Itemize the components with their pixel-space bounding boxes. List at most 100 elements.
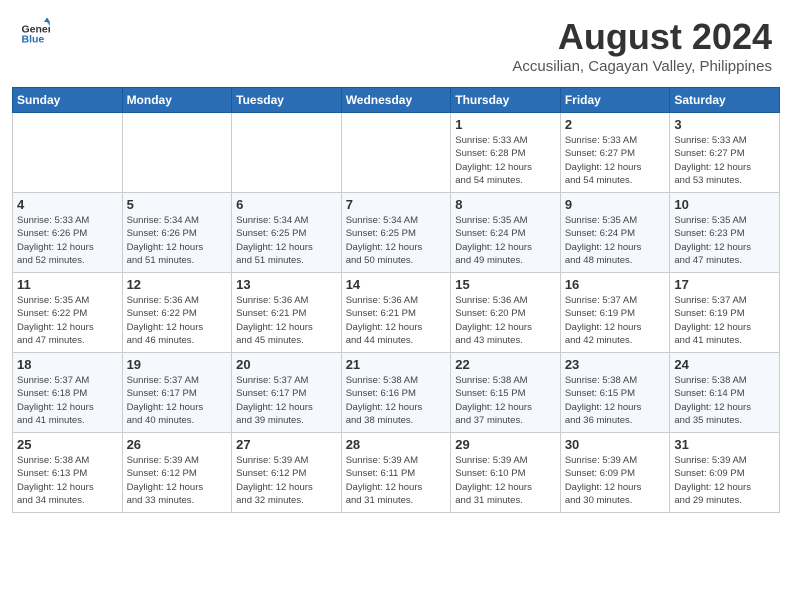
day-number: 6	[236, 197, 337, 212]
day-number: 12	[127, 277, 228, 292]
calendar-cell	[122, 113, 232, 193]
day-info: Sunrise: 5:36 AM Sunset: 6:20 PM Dayligh…	[455, 294, 556, 347]
calendar-cell	[13, 113, 123, 193]
day-number: 1	[455, 117, 556, 132]
calendar-cell: 9 Sunrise: 5:35 AM Sunset: 6:24 PM Daylig…	[560, 193, 670, 273]
day-number: 22	[455, 357, 556, 372]
calendar-cell: 27 Sunrise: 5:39 AM Sunset: 6:12 PM Dayli…	[232, 433, 342, 513]
day-info: Sunrise: 5:36 AM Sunset: 6:21 PM Dayligh…	[236, 294, 337, 347]
day-number: 25	[17, 437, 118, 452]
calendar-cell: 28 Sunrise: 5:39 AM Sunset: 6:11 PM Dayli…	[341, 433, 451, 513]
day-number: 21	[346, 357, 447, 372]
calendar-week-5: 25 Sunrise: 5:38 AM Sunset: 6:13 PM Dayli…	[13, 433, 780, 513]
day-header-sunday: Sunday	[13, 88, 123, 113]
day-number: 13	[236, 277, 337, 292]
day-info: Sunrise: 5:39 AM Sunset: 6:10 PM Dayligh…	[455, 454, 556, 507]
day-number: 7	[346, 197, 447, 212]
subtitle: Accusilian, Cagayan Valley, Philippines	[512, 58, 772, 75]
day-number: 26	[127, 437, 228, 452]
calendar-week-3: 11 Sunrise: 5:35 AM Sunset: 6:22 PM Dayli…	[13, 273, 780, 353]
calendar-cell: 5Sunrise: 5:34 AM Sunset: 6:26 PM Daylig…	[122, 193, 232, 273]
day-info: Sunrise: 5:34 AM Sunset: 6:25 PM Dayligh…	[346, 214, 447, 267]
calendar-table: SundayMondayTuesdayWednesdayThursdayFrid…	[12, 87, 780, 513]
day-number: 5	[127, 197, 228, 212]
day-number: 3	[674, 117, 775, 132]
calendar-cell: 17 Sunrise: 5:37 AM Sunset: 6:19 PM Dayli…	[670, 273, 780, 353]
day-number: 16	[565, 277, 666, 292]
day-info: Sunrise: 5:37 AM Sunset: 6:19 PM Dayligh…	[565, 294, 666, 347]
calendar-cell	[341, 113, 451, 193]
day-info: Sunrise: 5:35 AM Sunset: 6:24 PM Dayligh…	[565, 214, 666, 267]
calendar-cell: 24 Sunrise: 5:38 AM Sunset: 6:14 PM Dayli…	[670, 353, 780, 433]
day-info: Sunrise: 5:39 AM Sunset: 6:12 PM Dayligh…	[236, 454, 337, 507]
calendar-cell: 7 Sunrise: 5:34 AM Sunset: 6:25 PM Daylig…	[341, 193, 451, 273]
day-info: Sunrise: 5:35 AM Sunset: 6:22 PM Dayligh…	[17, 294, 118, 347]
calendar-cell: 30Sunrise: 5:39 AM Sunset: 6:09 PM Dayli…	[560, 433, 670, 513]
day-info: Sunrise: 5:38 AM Sunset: 6:13 PM Dayligh…	[17, 454, 118, 507]
calendar-cell: 1 Sunrise: 5:33 AM Sunset: 6:28 PM Daylig…	[451, 113, 561, 193]
calendar-cell: 18 Sunrise: 5:37 AM Sunset: 6:18 PM Dayli…	[13, 353, 123, 433]
day-number: 11	[17, 277, 118, 292]
day-header-thursday: Thursday	[451, 88, 561, 113]
calendar-cell: 6 Sunrise: 5:34 AM Sunset: 6:25 PM Daylig…	[232, 193, 342, 273]
day-header-monday: Monday	[122, 88, 232, 113]
calendar-cell: 4 Sunrise: 5:33 AM Sunset: 6:26 PM Daylig…	[13, 193, 123, 273]
day-number: 14	[346, 277, 447, 292]
day-info: Sunrise: 5:37 AM Sunset: 6:17 PM Dayligh…	[236, 374, 337, 427]
day-info: Sunrise: 5:39 AM Sunset: 6:12 PM Dayligh…	[127, 454, 228, 507]
day-info: Sunrise: 5:33 AM Sunset: 6:28 PM Dayligh…	[455, 134, 556, 187]
calendar-cell: 12 Sunrise: 5:36 AM Sunset: 6:22 PM Dayli…	[122, 273, 232, 353]
calendar-week-4: 18 Sunrise: 5:37 AM Sunset: 6:18 PM Dayli…	[13, 353, 780, 433]
calendar-week-1: 1 Sunrise: 5:33 AM Sunset: 6:28 PM Daylig…	[13, 113, 780, 193]
day-number: 18	[17, 357, 118, 372]
day-header-wednesday: Wednesday	[341, 88, 451, 113]
day-number: 20	[236, 357, 337, 372]
day-info: Sunrise: 5:37 AM Sunset: 6:19 PM Dayligh…	[674, 294, 775, 347]
day-info: Sunrise: 5:36 AM Sunset: 6:22 PM Dayligh…	[127, 294, 228, 347]
day-number: 9	[565, 197, 666, 212]
calendar-cell: 15 Sunrise: 5:36 AM Sunset: 6:20 PM Dayli…	[451, 273, 561, 353]
calendar-cell: 31Sunrise: 5:39 AM Sunset: 6:09 PM Dayli…	[670, 433, 780, 513]
calendar-cell: 16 Sunrise: 5:37 AM Sunset: 6:19 PM Dayli…	[560, 273, 670, 353]
day-info: Sunrise: 5:39 AM Sunset: 6:11 PM Dayligh…	[346, 454, 447, 507]
logo-icon: General Blue	[20, 16, 50, 46]
day-number: 24	[674, 357, 775, 372]
day-number: 31	[674, 437, 775, 452]
day-info: Sunrise: 5:37 AM Sunset: 6:18 PM Dayligh…	[17, 374, 118, 427]
day-info: Sunrise: 5:33 AM Sunset: 6:26 PM Dayligh…	[17, 214, 118, 267]
svg-text:Blue: Blue	[22, 33, 45, 45]
day-number: 19	[127, 357, 228, 372]
day-info: Sunrise: 5:34 AM Sunset: 6:25 PM Dayligh…	[236, 214, 337, 267]
day-number: 27	[236, 437, 337, 452]
day-number: 23	[565, 357, 666, 372]
calendar-cell: 8 Sunrise: 5:35 AM Sunset: 6:24 PM Daylig…	[451, 193, 561, 273]
calendar-cell: 25 Sunrise: 5:38 AM Sunset: 6:13 PM Dayli…	[13, 433, 123, 513]
day-info: Sunrise: 5:35 AM Sunset: 6:23 PM Dayligh…	[674, 214, 775, 267]
day-info: Sunrise: 5:38 AM Sunset: 6:16 PM Dayligh…	[346, 374, 447, 427]
calendar-cell	[232, 113, 342, 193]
logo: General Blue	[20, 16, 50, 46]
day-number: 17	[674, 277, 775, 292]
main-title: August 2024	[512, 16, 772, 58]
day-header-friday: Friday	[560, 88, 670, 113]
calendar-cell: 19Sunrise: 5:37 AM Sunset: 6:17 PM Dayli…	[122, 353, 232, 433]
calendar-cell: 11 Sunrise: 5:35 AM Sunset: 6:22 PM Dayli…	[13, 273, 123, 353]
day-info: Sunrise: 5:38 AM Sunset: 6:14 PM Dayligh…	[674, 374, 775, 427]
calendar-cell: 10Sunrise: 5:35 AM Sunset: 6:23 PM Dayli…	[670, 193, 780, 273]
calendar-week-2: 4 Sunrise: 5:33 AM Sunset: 6:26 PM Daylig…	[13, 193, 780, 273]
day-info: Sunrise: 5:38 AM Sunset: 6:15 PM Dayligh…	[565, 374, 666, 427]
calendar-cell: 14 Sunrise: 5:36 AM Sunset: 6:21 PM Dayli…	[341, 273, 451, 353]
day-number: 28	[346, 437, 447, 452]
day-number: 29	[455, 437, 556, 452]
calendar-cell: 13 Sunrise: 5:36 AM Sunset: 6:21 PM Dayli…	[232, 273, 342, 353]
calendar-header-row: SundayMondayTuesdayWednesdayThursdayFrid…	[13, 88, 780, 113]
calendar-cell: 20 Sunrise: 5:37 AM Sunset: 6:17 PM Dayli…	[232, 353, 342, 433]
day-number: 8	[455, 197, 556, 212]
calendar-cell: 3Sunrise: 5:33 AM Sunset: 6:27 PM Daylig…	[670, 113, 780, 193]
calendar-cell: 21 Sunrise: 5:38 AM Sunset: 6:16 PM Dayli…	[341, 353, 451, 433]
title-area: August 2024 Accusilian, Cagayan Valley, …	[512, 16, 772, 75]
day-number: 15	[455, 277, 556, 292]
day-number: 4	[17, 197, 118, 212]
day-info: Sunrise: 5:35 AM Sunset: 6:24 PM Dayligh…	[455, 214, 556, 267]
day-info: Sunrise: 5:36 AM Sunset: 6:21 PM Dayligh…	[346, 294, 447, 347]
